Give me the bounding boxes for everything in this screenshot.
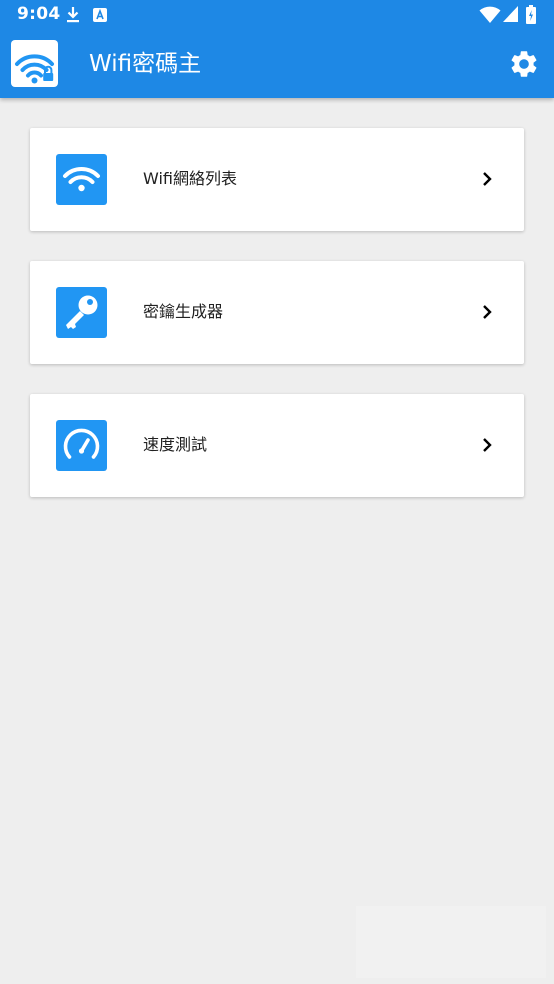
app-notification-icon [93, 8, 107, 22]
key-icon [66, 295, 98, 329]
download-icon [67, 7, 79, 23]
speed-test-card[interactable]: 速度測試 [30, 394, 524, 497]
wifi-icon [63, 167, 100, 192]
faint-overlay [356, 906, 546, 978]
key-generator-card[interactable]: 密鑰生成器 [30, 261, 524, 364]
top-bar: 9:04 Wifi密碼主 [0, 0, 554, 98]
status-bar: 9:04 [0, 0, 554, 30]
app-logo [11, 40, 58, 87]
gear-icon [511, 51, 537, 77]
key-generator-label: 密鑰生成器 [143, 302, 224, 321]
status-time: 9:04 [17, 4, 61, 24]
wifi-list-label: Wifi網絡列表 [143, 169, 237, 188]
wifi-list-card[interactable]: Wifi網絡列表 [30, 128, 524, 231]
app-bar: Wifi密碼主 [0, 30, 554, 98]
battery-icon [526, 5, 536, 24]
speed-test-icon-tile [56, 420, 107, 471]
wifi-signal-icon [479, 6, 501, 23]
chevron-right-icon [483, 438, 492, 452]
app-title: Wifi密碼主 [89, 51, 202, 77]
wifi-lock-logo-icon [15, 54, 54, 84]
speedometer-icon [63, 428, 100, 459]
cell-signal-icon [503, 6, 518, 22]
chevron-right-icon [483, 172, 492, 186]
settings-button[interactable] [508, 48, 540, 80]
chevron-right-icon [483, 305, 492, 319]
speed-test-label: 速度測試 [143, 435, 208, 454]
key-generator-icon-tile [56, 287, 107, 338]
wifi-list-icon-tile [56, 154, 107, 205]
